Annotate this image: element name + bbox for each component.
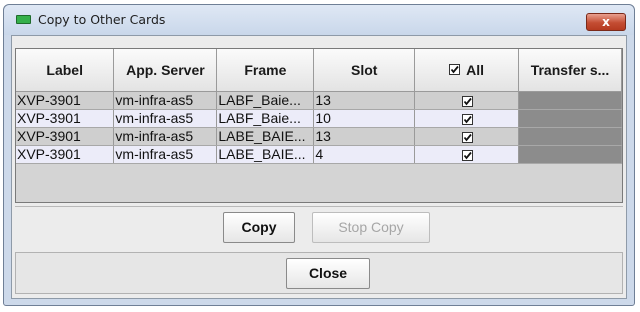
column-header-slot[interactable]: Slot xyxy=(313,49,416,92)
card-icon xyxy=(16,15,31,24)
window-title: Copy to Other Cards xyxy=(38,12,166,27)
cell-select xyxy=(414,109,519,128)
title-bar[interactable]: Copy to Other Cards x xyxy=(4,5,634,35)
cell-transfer-status xyxy=(518,127,622,146)
cards-table: Label App. Server Frame Slot All Transfe… xyxy=(16,49,622,164)
row-checkbox[interactable] xyxy=(461,113,473,125)
cell-slot: 4 xyxy=(313,145,416,164)
cell-frame: LABE_BAIE... xyxy=(216,127,315,146)
cell-transfer-status xyxy=(518,109,622,128)
row-checkbox[interactable] xyxy=(461,131,473,143)
select-all-checkbox[interactable] xyxy=(449,64,461,76)
column-header-app-server[interactable]: App. Server xyxy=(113,49,218,92)
cell-label: XVP-3901 xyxy=(16,127,115,146)
table-row[interactable]: XVP-3901 vm-infra-as5 LABF_Baie... 10 xyxy=(16,109,622,128)
cell-transfer-status xyxy=(518,145,622,164)
column-header-transfer-status[interactable]: Transfer s... xyxy=(518,49,622,92)
select-all-label: All xyxy=(466,61,485,78)
cell-label: XVP-3901 xyxy=(16,145,115,164)
row-checkbox[interactable] xyxy=(461,95,473,107)
cell-frame: LABE_BAIE... xyxy=(216,145,315,164)
cell-label: XVP-3901 xyxy=(16,109,115,128)
cell-transfer-status xyxy=(518,91,622,110)
column-header-all[interactable]: All xyxy=(414,49,519,92)
divider xyxy=(15,206,623,207)
close-panel: Close xyxy=(15,252,623,294)
close-button[interactable]: Close xyxy=(286,258,370,289)
cell-select xyxy=(414,145,519,164)
cell-app-server: vm-infra-as5 xyxy=(113,127,218,146)
cell-frame: LABF_Baie... xyxy=(216,91,315,110)
cell-app-server: vm-infra-as5 xyxy=(113,91,218,110)
table-row[interactable]: XVP-3901 vm-infra-as5 LABE_BAIE... 13 xyxy=(16,127,622,146)
row-checkbox[interactable] xyxy=(461,149,473,161)
stop-copy-button[interactable]: Stop Copy xyxy=(312,212,430,243)
cell-slot: 13 xyxy=(313,127,416,146)
table-row[interactable]: XVP-3901 vm-infra-as5 LABF_Baie... 13 xyxy=(16,91,622,110)
cell-slot: 10 xyxy=(313,109,416,128)
copy-button[interactable]: Copy xyxy=(223,212,295,243)
cell-select xyxy=(414,91,519,110)
column-header-frame[interactable]: Frame xyxy=(216,49,315,92)
copy-to-other-cards-dialog: Copy to Other Cards x Label App. Server … xyxy=(3,4,635,306)
cell-app-server: vm-infra-as5 xyxy=(113,109,218,128)
cell-label: XVP-3901 xyxy=(16,91,115,110)
cell-frame: LABF_Baie... xyxy=(216,109,315,128)
cell-slot: 13 xyxy=(313,91,416,110)
cell-app-server: vm-infra-as5 xyxy=(113,145,218,164)
table-row[interactable]: XVP-3901 vm-infra-as5 LABE_BAIE... 4 xyxy=(16,145,622,164)
dialog-body: Label App. Server Frame Slot All Transfe… xyxy=(11,35,627,299)
window-close-button[interactable]: x xyxy=(586,13,626,31)
cell-select xyxy=(414,127,519,146)
column-header-label[interactable]: Label xyxy=(16,49,115,92)
cards-table-area: Label App. Server Frame Slot All Transfe… xyxy=(15,48,623,203)
